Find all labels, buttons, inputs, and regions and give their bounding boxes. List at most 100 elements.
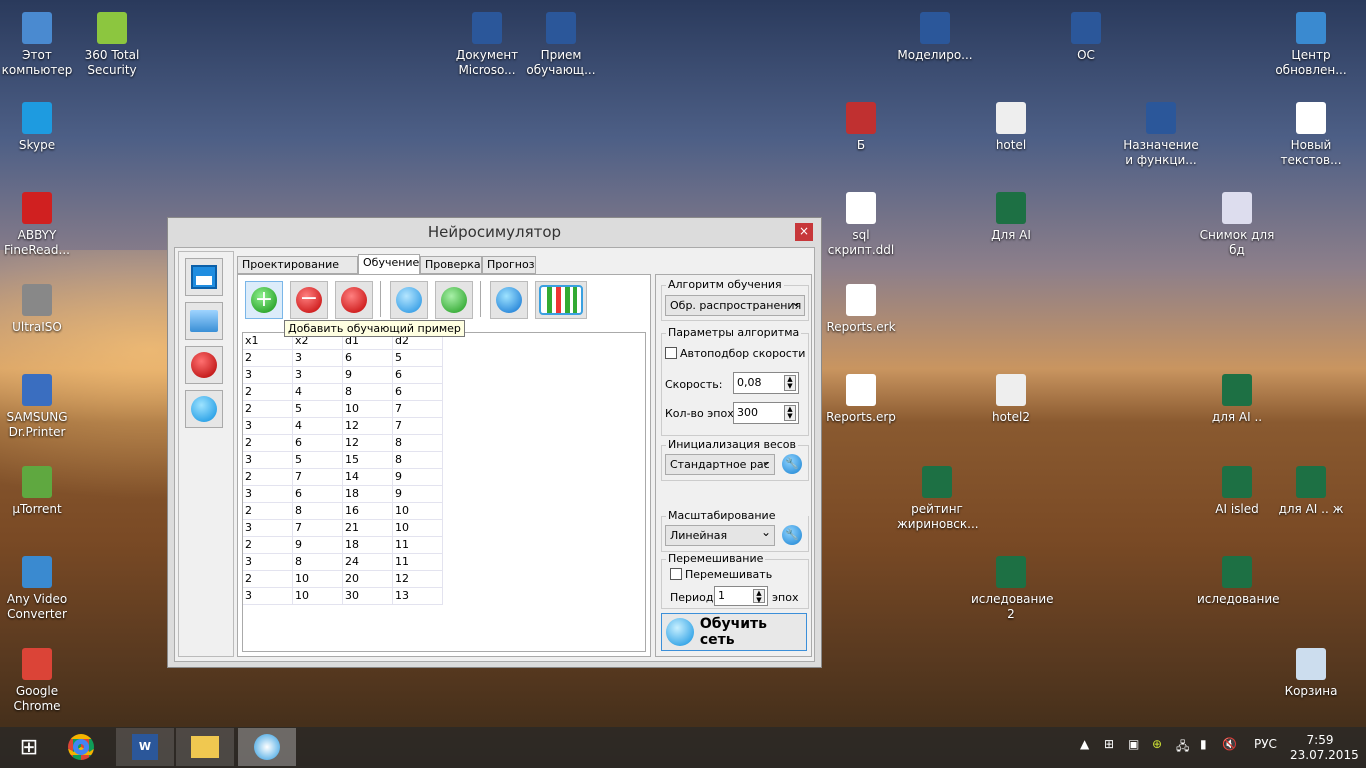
desktop-icon[interactable]: hotel bbox=[971, 98, 1051, 153]
table-cell[interactable]: 6 bbox=[393, 367, 443, 384]
close-button[interactable]: × bbox=[795, 223, 813, 241]
shuffle-checkbox[interactable]: Перемешивать bbox=[670, 568, 772, 581]
table-cell[interactable]: 13 bbox=[393, 588, 443, 605]
desktop-icon[interactable]: Новый текстов... bbox=[1271, 98, 1351, 168]
desktop-icon[interactable]: UltraISO bbox=[0, 280, 77, 335]
table-cell[interactable]: 6 bbox=[393, 384, 443, 401]
table-cell[interactable]: 8 bbox=[293, 554, 343, 571]
desktop-icon[interactable]: Моделиро... bbox=[895, 8, 975, 63]
table-cell[interactable]: 18 bbox=[343, 537, 393, 554]
table-cell[interactable]: 7 bbox=[293, 520, 343, 537]
table-cell[interactable]: 12 bbox=[343, 435, 393, 452]
desktop-icon[interactable]: иследование 2 bbox=[971, 552, 1054, 622]
desktop-icon[interactable]: Центр обновлен... bbox=[1271, 8, 1351, 78]
table-cell[interactable]: 2 bbox=[243, 571, 293, 588]
table-row[interactable]: 3 8 24 11 bbox=[243, 554, 645, 571]
chart-button[interactable] bbox=[535, 281, 587, 319]
remove-example-button[interactable]: − bbox=[290, 281, 328, 319]
desktop-icon[interactable]: Корзина bbox=[1271, 644, 1351, 699]
scatter-button[interactable] bbox=[490, 281, 528, 319]
desktop-icon[interactable]: Reports.erk bbox=[821, 280, 901, 335]
desktop-icon[interactable]: рейтинг жириновск... bbox=[897, 462, 979, 532]
table-row[interactable]: 2 6 12 8 bbox=[243, 435, 645, 452]
table-cell[interactable]: 2 bbox=[243, 384, 293, 401]
table-cell[interactable]: 11 bbox=[393, 554, 443, 571]
network-icon[interactable]: 🖧 bbox=[1176, 737, 1189, 758]
table-cell[interactable]: 5 bbox=[393, 350, 443, 367]
tablet-icon[interactable]: ▣ bbox=[1128, 737, 1139, 751]
table-cell[interactable]: 12 bbox=[343, 418, 393, 435]
tab-forecast[interactable]: Прогноз bbox=[482, 256, 536, 274]
taskbar-word[interactable]: W bbox=[116, 728, 174, 766]
desktop-icon[interactable]: иследование bbox=[1197, 552, 1280, 607]
desktop-icon[interactable]: Any Video Converter bbox=[0, 552, 77, 622]
desktop-icon[interactable]: Документ Microso... bbox=[447, 8, 527, 78]
table-cell[interactable]: 7 bbox=[393, 418, 443, 435]
table-cell[interactable]: 24 bbox=[343, 554, 393, 571]
table-row[interactable]: 2 9 18 11 bbox=[243, 537, 645, 554]
desktop-icon[interactable]: Назначение и функци... bbox=[1121, 98, 1201, 168]
battery-icon[interactable]: ▮ bbox=[1200, 737, 1207, 751]
table-cell[interactable]: 2 bbox=[243, 503, 293, 520]
language-indicator[interactable]: РУС bbox=[1254, 737, 1277, 751]
export-excel-button[interactable] bbox=[435, 281, 473, 319]
table-cell[interactable]: 3 bbox=[293, 367, 343, 384]
table-cell[interactable]: 10 bbox=[293, 571, 343, 588]
table-cell[interactable]: 4 bbox=[293, 418, 343, 435]
table-row[interactable]: 2 7 14 9 bbox=[243, 469, 645, 486]
wrench-icon[interactable]: 🔧 bbox=[782, 454, 802, 474]
table-cell[interactable]: 6 bbox=[343, 350, 393, 367]
table-cell[interactable]: 3 bbox=[243, 418, 293, 435]
desktop-icon[interactable]: sql скрипт.ddl bbox=[821, 188, 901, 258]
tray-expand-icon[interactable]: ▲ bbox=[1080, 737, 1089, 751]
spin-arrows-icon[interactable]: ▲ ▼ bbox=[784, 375, 796, 391]
init-select[interactable]: Стандартное рас bbox=[665, 454, 775, 475]
table-cell[interactable]: 9 bbox=[393, 486, 443, 503]
desktop-icon[interactable]: Б bbox=[821, 98, 901, 153]
table-row[interactable]: 3 4 12 7 bbox=[243, 418, 645, 435]
table-cell[interactable]: 9 bbox=[343, 367, 393, 384]
redo-example-button[interactable] bbox=[335, 281, 373, 319]
table-row[interactable]: 3 7 21 10 bbox=[243, 520, 645, 537]
desktop-icon[interactable]: Для AI bbox=[971, 188, 1051, 243]
table-cell[interactable]: 3 bbox=[243, 588, 293, 605]
table-cell[interactable]: 10 bbox=[393, 520, 443, 537]
table-row[interactable]: 3 10 30 13 bbox=[243, 588, 645, 605]
action-center-icon[interactable]: ⊞ bbox=[1104, 737, 1114, 751]
table-cell[interactable]: 14 bbox=[343, 469, 393, 486]
training-table[interactable]: x1 x2 d1 d2 2 3 6 5 3 3 9 6 2 4 8 6 2 5 10 7 3 4 12 7 2 6 12 8 3 5 15 8… bbox=[242, 332, 646, 652]
table-cell[interactable]: 10 bbox=[393, 503, 443, 520]
table-cell[interactable]: 2 bbox=[243, 469, 293, 486]
table-cell[interactable]: 15 bbox=[343, 452, 393, 469]
desktop-icon[interactable]: ОС bbox=[1046, 8, 1126, 63]
desktop-icon[interactable]: Skype bbox=[0, 98, 77, 153]
table-cell[interactable]: 2 bbox=[243, 537, 293, 554]
redo-button[interactable] bbox=[185, 346, 223, 384]
table-cell[interactable]: 6 bbox=[293, 486, 343, 503]
table-cell[interactable]: 8 bbox=[393, 452, 443, 469]
table-row[interactable]: 3 5 15 8 bbox=[243, 452, 645, 469]
tab-design[interactable]: Проектирование сети bbox=[237, 256, 358, 287]
table-cell[interactable]: 2 bbox=[243, 350, 293, 367]
tab-training[interactable]: Обучение bbox=[358, 254, 420, 275]
volume-muted-icon[interactable]: 🔇 bbox=[1222, 737, 1237, 751]
table-row[interactable]: 2 10 20 12 bbox=[243, 571, 645, 588]
desktop-icon[interactable]: для AI .. bbox=[1197, 370, 1277, 425]
table-cell[interactable]: 3 bbox=[243, 452, 293, 469]
table-cell[interactable]: 30 bbox=[343, 588, 393, 605]
desktop-icon[interactable]: Google Chrome bbox=[0, 644, 77, 714]
table-cell[interactable]: 8 bbox=[293, 503, 343, 520]
taskbar-neurosim[interactable] bbox=[238, 728, 296, 766]
table-cell[interactable]: 21 bbox=[343, 520, 393, 537]
import-excel-button[interactable] bbox=[390, 281, 428, 319]
train-button[interactable]: Обучить сеть bbox=[661, 613, 807, 651]
desktop-icon[interactable]: Reports.erp bbox=[821, 370, 901, 425]
period-input[interactable]: 1 ▲ ▼ bbox=[714, 586, 768, 606]
wrench-icon[interactable]: 🔧 bbox=[782, 525, 802, 545]
desktop-icon[interactable]: SAMSUNG Dr.Printer bbox=[0, 370, 77, 440]
tab-check[interactable]: Проверка bbox=[420, 256, 482, 274]
table-cell[interactable]: 16 bbox=[343, 503, 393, 520]
desktop-icon[interactable]: Прием обучающ... bbox=[521, 8, 601, 78]
360-security-icon[interactable]: ⊕ bbox=[1152, 737, 1162, 751]
table-cell[interactable]: 5 bbox=[293, 401, 343, 418]
